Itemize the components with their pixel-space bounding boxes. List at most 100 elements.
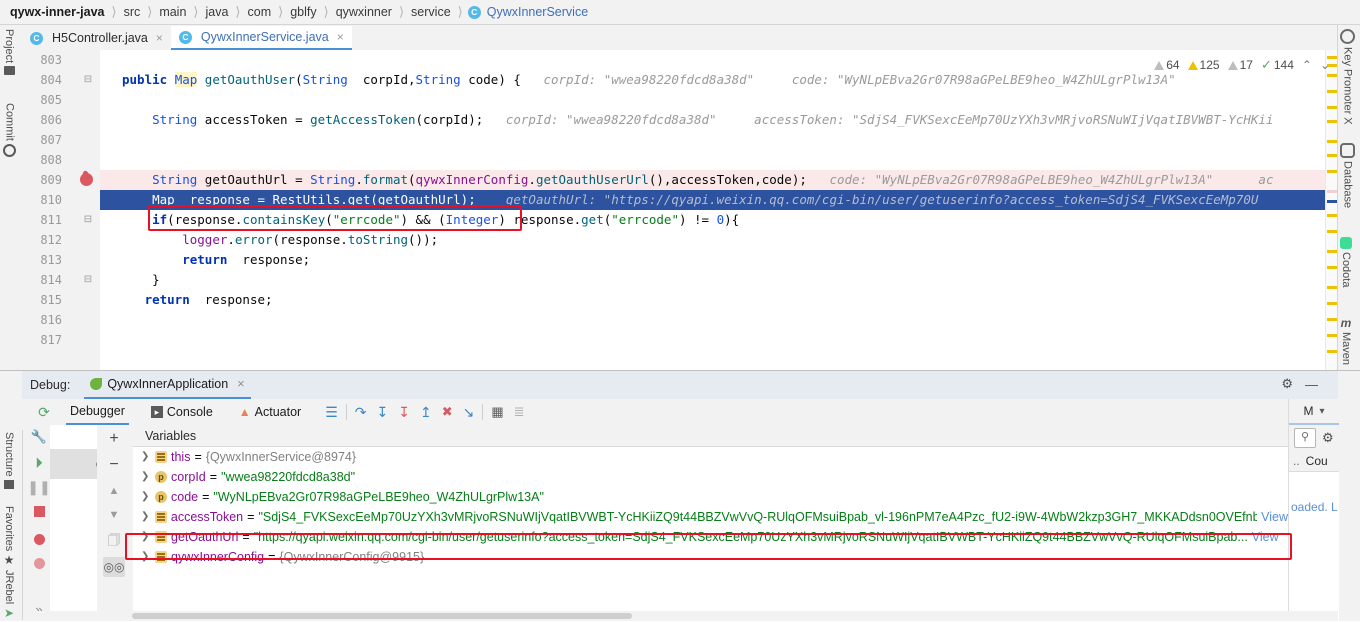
watches-icon[interactable]: ◎◎ xyxy=(103,557,125,577)
sidebar-item-structure[interactable]: Structure xyxy=(3,432,15,489)
layout-icon[interactable]: ☰ xyxy=(325,404,338,421)
tab-debugger[interactable]: Debugger xyxy=(66,400,129,425)
variable-row[interactable]: ❯ getOauthUrl = "https://qyapi.weixin.qq.… xyxy=(133,527,1288,547)
move-up-icon[interactable]: ▲ xyxy=(103,481,125,501)
expand-arrow-icon[interactable]: ❯ xyxy=(141,547,151,567)
breadcrumb-item-class[interactable]: QywxInnerService xyxy=(485,5,590,19)
fold-toggle-icon[interactable]: ⊟ xyxy=(82,270,94,290)
breadcrumb-item-3[interactable]: java xyxy=(203,5,230,19)
code-line[interactable] xyxy=(100,130,1338,150)
expand-arrow-icon[interactable]: ❯ xyxy=(141,527,151,547)
force-step-into-icon[interactable]: ↧ xyxy=(398,404,410,421)
settings-wrench-icon[interactable]: 🔧 xyxy=(28,427,50,447)
gear-icon[interactable]: ⚙ xyxy=(1281,376,1293,392)
code-line[interactable]: return response; xyxy=(100,250,1338,270)
inspection-widget[interactable]: 64 125 17 ✓ 144 ⌃ ⌄ xyxy=(1154,57,1330,73)
inspection-grey-2[interactable]: 17 xyxy=(1227,58,1253,72)
code-line[interactable]: if(response.containsKey("errcode") && (I… xyxy=(100,210,1338,230)
editor-code-area[interactable]: public Map getOauthUser(String corpId,St… xyxy=(100,50,1338,370)
code-line[interactable] xyxy=(100,50,1338,70)
sidebar-item-database[interactable]: Database xyxy=(1340,143,1355,208)
chevron-down-icon[interactable]: ▾ xyxy=(1319,406,1324,417)
next-problem-icon[interactable]: ⌄ xyxy=(1320,58,1330,72)
mute-breakpoints-icon[interactable] xyxy=(28,553,50,573)
breadcrumb-item-5[interactable]: gblfy xyxy=(288,5,318,19)
variable-row[interactable]: ❯ this = {QywxInnerService@8974} xyxy=(133,447,1288,467)
prev-problem-icon[interactable]: ⌃ xyxy=(1302,58,1312,72)
code-line[interactable]: return response; xyxy=(100,290,1338,310)
tab-h5controller[interactable]: C H5Controller.java × xyxy=(22,26,171,50)
view-breakpoints-icon[interactable] xyxy=(28,529,50,549)
settings-icon[interactable]: ≣ xyxy=(514,404,525,420)
view-value-link[interactable]: View xyxy=(1261,507,1288,527)
variable-row[interactable]: ❯ p corpId = "wwea98220fdcd8a38d" xyxy=(133,467,1288,487)
code-line[interactable] xyxy=(100,310,1338,330)
close-icon[interactable]: × xyxy=(156,31,163,45)
breadcrumb-item-2[interactable]: main xyxy=(157,5,188,19)
variables-list[interactable]: ❯ this = {QywxInnerService@8974} ❯ p corpId … xyxy=(133,447,1288,621)
variable-row[interactable]: ❯ accessToken = "SdjS4_FVKSexcEeMp70UzYXh… xyxy=(133,507,1288,527)
remove-icon[interactable]: − xyxy=(103,455,125,475)
sidebar-item-commit[interactable]: Commit xyxy=(3,103,16,157)
sidebar-item-codota[interactable]: Codota xyxy=(1340,237,1352,287)
breadcrumb-item-7[interactable]: service xyxy=(409,5,453,19)
tab-console[interactable]: ▸ Console xyxy=(147,400,217,425)
drop-frame-icon[interactable]: ✖ xyxy=(442,404,453,420)
rerun-icon[interactable]: ⟳ xyxy=(38,404,50,421)
gear-icon[interactable]: ⚙ xyxy=(1322,430,1334,446)
breadcrumb-item-1[interactable]: src xyxy=(122,5,143,19)
code-line[interactable]: public Map getOauthUser(String corpId,St… xyxy=(100,70,1338,90)
copy-icon[interactable]: 🗍 xyxy=(103,531,125,551)
inspection-grey-1[interactable]: 64 xyxy=(1154,58,1180,72)
code-line[interactable]: String getOauthUrl = String.format(qywxI… xyxy=(100,170,1338,190)
code-editor[interactable]: 803 804 ⊟ 805 806 807 808 809 810 811 ⊟ 812 813 814 ⊟ 8… xyxy=(22,50,1338,370)
expand-arrow-icon[interactable]: ❯ xyxy=(141,467,151,487)
step-over-icon[interactable]: ↷ xyxy=(355,404,367,421)
debug-session-tab[interactable]: QywxInnerApplication × xyxy=(84,372,251,399)
expand-arrow-icon[interactable]: ❯ xyxy=(141,447,151,467)
tab-actuator[interactable]: ▲ Actuator xyxy=(235,400,305,425)
code-line[interactable] xyxy=(100,90,1338,110)
expand-arrow-icon[interactable]: ❯ xyxy=(141,487,151,507)
sidebar-item-jrebel[interactable]: JRebel ➤ xyxy=(3,570,15,619)
sidebar-item-maven[interactable]: m Maven xyxy=(1340,317,1352,365)
right-pane-header[interactable]: M ▾ xyxy=(1289,399,1339,425)
tab-qywxinnerservice[interactable]: C QywxInnerService.java × xyxy=(170,26,352,50)
editor-gutter[interactable]: 803 804 ⊟ 805 806 807 808 809 810 811 ⊟ 812 813 814 ⊟ 8… xyxy=(22,50,100,370)
variable-row[interactable]: ❯ qywxInnerConfig = {QywxInnerConfig@9915… xyxy=(133,547,1288,567)
breadcrumb-item-4[interactable]: com xyxy=(246,5,274,19)
evaluate-expression-icon[interactable]: ▦ xyxy=(491,404,503,420)
code-line[interactable] xyxy=(100,150,1338,170)
step-out-icon[interactable]: ↥ xyxy=(420,404,432,421)
close-icon[interactable]: × xyxy=(237,377,244,391)
move-down-icon[interactable]: ▼ xyxy=(103,505,125,525)
breadcrumb-item-0[interactable]: qywx-inner-java xyxy=(8,5,106,19)
breadcrumb-item-6[interactable]: qywxinner xyxy=(334,5,394,19)
right-pane-column-header[interactable]: .. Cou xyxy=(1289,451,1339,472)
fold-toggle-icon[interactable]: ⊟ xyxy=(82,210,94,230)
add-icon[interactable]: + xyxy=(103,429,125,449)
stop-icon[interactable] xyxy=(28,501,50,521)
search-icon[interactable]: ⚲ xyxy=(1294,428,1316,448)
code-line[interactable]: Map response = RestUtils.get(getOauthUrl… xyxy=(100,190,1338,210)
view-value-link[interactable]: View xyxy=(1252,527,1279,547)
pause-program-icon[interactable]: ❚❚ xyxy=(27,477,50,497)
code-line[interactable] xyxy=(100,330,1338,350)
breakpoint-icon[interactable] xyxy=(80,173,93,186)
minimize-icon[interactable]: — xyxy=(1305,377,1318,392)
code-line[interactable]: logger.error(response.toString()); xyxy=(100,230,1338,250)
inspection-typo[interactable]: ✓ 144 xyxy=(1261,57,1294,73)
step-into-icon[interactable]: ↧ xyxy=(377,404,389,421)
sidebar-item-project[interactable]: Project xyxy=(3,29,15,76)
code-line[interactable]: } xyxy=(100,270,1338,290)
sidebar-item-key-promoter[interactable]: Key Promoter X xyxy=(1340,29,1355,125)
expand-arrow-icon[interactable]: ❯ xyxy=(141,507,151,527)
scrollbar-thumb[interactable] xyxy=(132,613,632,619)
close-icon[interactable]: × xyxy=(337,30,344,44)
resume-program-icon[interactable]: ⏵ xyxy=(28,453,50,473)
run-to-cursor-icon[interactable]: ↘ xyxy=(463,404,475,421)
variable-row[interactable]: ❯ p code = "WyNLpEBva2Gr07R98aGPeLBE9heo_W… xyxy=(133,487,1288,507)
code-line[interactable]: String accessToken = getAccessToken(corp… xyxy=(100,110,1338,130)
sidebar-item-favorites[interactable]: Favorites ★ xyxy=(3,506,15,566)
inspection-yellow[interactable]: 125 xyxy=(1187,58,1220,72)
